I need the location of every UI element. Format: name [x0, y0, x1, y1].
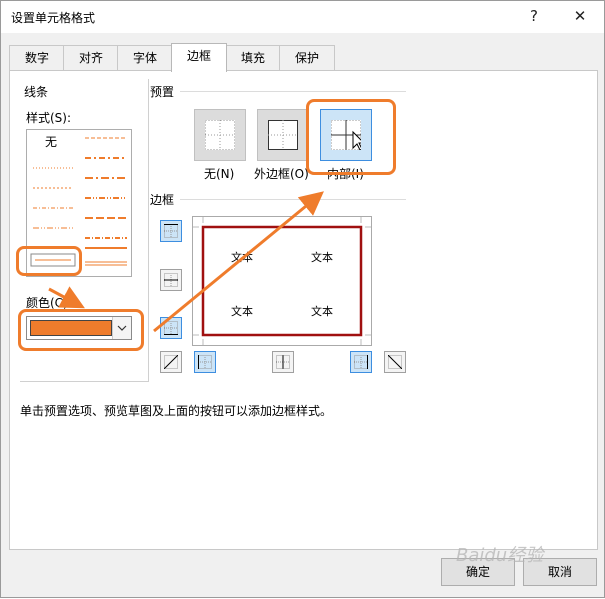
border-left-icon: [198, 355, 212, 369]
preview-text: 文本: [231, 305, 253, 318]
border-diagonal-down-icon: [388, 355, 402, 369]
preview-frame: [193, 217, 371, 345]
help-button[interactable]: ?: [521, 5, 547, 27]
preview-text: 文本: [231, 251, 253, 264]
tab-protection[interactable]: 保护: [279, 45, 335, 70]
format-cells-dialog: 设置单元格格式 ? ✕ 数字 对齐 字体 边框 填充 保护 线条 样式(S): …: [0, 0, 605, 598]
preview-text: 文本: [311, 251, 333, 264]
annotation-color-dropdown: [18, 309, 144, 351]
close-button[interactable]: ✕: [567, 5, 593, 27]
border-preview[interactable]: 文本 文本 文本 文本: [192, 216, 372, 346]
border-right-icon: [354, 355, 368, 369]
border-bottom-button[interactable]: [160, 317, 182, 339]
tab-number[interactable]: 数字: [9, 45, 65, 70]
tab-font[interactable]: 字体: [117, 45, 173, 70]
hint-text: 单击预置选项、预览草图及上面的按钮可以添加边框样式。: [20, 404, 333, 418]
border-bottom-icon: [164, 321, 178, 335]
style-label: 样式(S):: [26, 109, 75, 126]
presets-divider: [180, 91, 406, 92]
border-diagonal-up-icon: [164, 355, 178, 369]
tab-alignment[interactable]: 对齐: [63, 45, 119, 70]
border-group-label: 边框: [150, 191, 178, 208]
preset-none-button[interactable]: [194, 109, 246, 161]
border-inside-horizontal-button[interactable]: [160, 269, 182, 291]
preset-outline-label: 外边框(O): [254, 167, 309, 181]
annotation-preset-inside: [306, 99, 396, 175]
border-inside-horizontal-icon: [164, 273, 178, 287]
preset-none-label: 无(N): [204, 167, 235, 181]
dialog-title: 设置单元格格式: [11, 11, 96, 25]
watermark: Baidu经验: [456, 545, 544, 566]
annotation-selected-style: [16, 246, 82, 276]
border-inside-vertical-icon: [276, 355, 290, 369]
border-left-button[interactable]: [194, 351, 216, 373]
title-bar: 设置单元格格式 ? ✕: [1, 1, 604, 33]
border-top-button[interactable]: [160, 220, 182, 242]
preview-text: 文本: [311, 305, 333, 318]
preset-none-icon: [205, 120, 235, 150]
border-divider: [180, 199, 406, 200]
border-diagonal-down-button[interactable]: [384, 351, 406, 373]
preset-outline-icon: [268, 120, 298, 150]
border-right-button[interactable]: [350, 351, 372, 373]
line-group-label: 线条: [24, 83, 52, 100]
tab-fill[interactable]: 填充: [225, 45, 281, 70]
border-tab-panel: 线条 样式(S): 无 颜色(C): 预置 无(N) 外边框(O) 内部(I) …: [9, 70, 598, 550]
border-top-icon: [164, 224, 178, 238]
presets-group-label: 预置: [150, 83, 178, 100]
border-diagonal-up-button[interactable]: [160, 351, 182, 373]
preset-outline-button[interactable]: [257, 109, 309, 161]
border-inside-vertical-button[interactable]: [272, 351, 294, 373]
tab-border[interactable]: 边框: [171, 43, 227, 72]
